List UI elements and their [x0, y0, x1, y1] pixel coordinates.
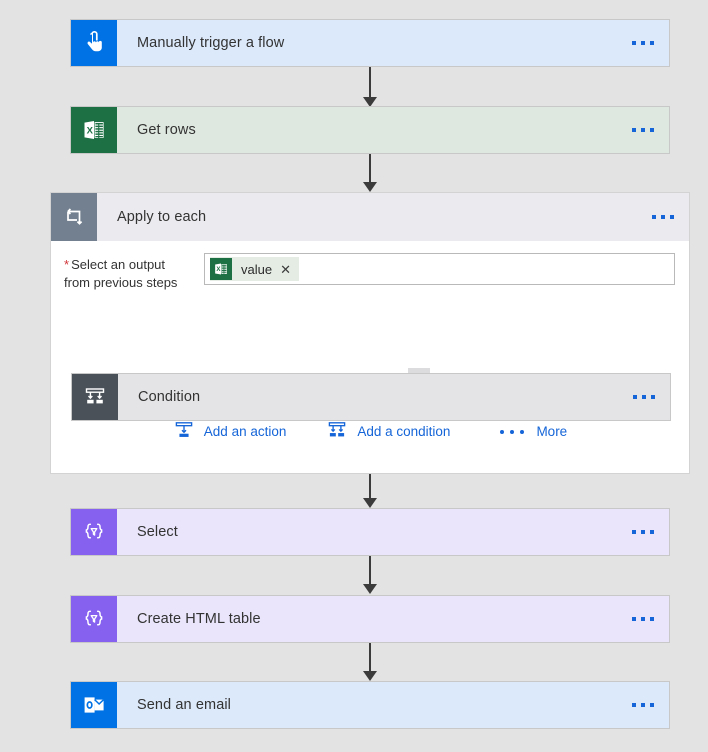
required-asterisk: * [64, 257, 70, 272]
ellipsis-menu-button[interactable] [637, 193, 689, 241]
field-label-line2: from previous steps [64, 275, 178, 290]
menu-dot [642, 395, 646, 399]
flow-step-select[interactable]: Select [70, 508, 670, 556]
menu-dot [641, 703, 645, 707]
more-link[interactable]: More [500, 424, 567, 439]
excel-icon: X [71, 107, 117, 153]
menu-dot [650, 617, 654, 621]
svg-text:X: X [87, 125, 94, 136]
field-label-line1: Select an output [71, 257, 166, 272]
flow-step-send-an-email[interactable]: Send an email [70, 681, 670, 729]
ellipsis-menu-button[interactable] [618, 374, 670, 420]
more-label: More [536, 424, 568, 439]
ellipsis-menu-button[interactable] [617, 107, 669, 153]
select-output-field-label: * Select an output from previous steps [64, 253, 204, 292]
flow-step-title: Create HTML table [137, 611, 261, 627]
flow-step-manual-trigger[interactable]: Manually trigger a flow [70, 19, 670, 67]
scope-header[interactable]: Apply to each [51, 193, 689, 241]
token-label: value [241, 261, 273, 277]
menu-dot [641, 128, 645, 132]
data-operation-icon [71, 509, 117, 555]
menu-dot [650, 530, 654, 534]
menu-dot [661, 215, 665, 219]
menu-dot [632, 41, 636, 45]
menu-dot [632, 617, 636, 621]
flow-step-condition[interactable]: Condition [71, 373, 671, 421]
flow-step-title: Select [137, 524, 178, 540]
ellipsis-menu-button[interactable] [617, 596, 669, 642]
ellipsis-menu-button[interactable] [617, 20, 669, 66]
add-an-action-label: Add an action [203, 424, 287, 439]
flow-step-create-html-table[interactable]: Create HTML table [70, 595, 670, 643]
menu-dot [641, 530, 645, 534]
outlook-icon [71, 682, 117, 728]
add-an-action-link[interactable]: Add an action [173, 419, 287, 444]
connector-arrow [360, 154, 380, 192]
flow-step-title: Apply to each [117, 209, 207, 225]
menu-dot [632, 128, 636, 132]
manual-trigger-icon [71, 20, 117, 66]
menu-dot [650, 703, 654, 707]
add-condition-icon [326, 419, 348, 444]
flow-scope-apply-to-each: Apply to each * Select an output from pre… [50, 192, 690, 474]
connector-arrow [360, 67, 380, 107]
flow-step-title: Send an email [137, 697, 231, 713]
scope-action-links: Add an action Add a condition More [51, 419, 689, 444]
data-operation-icon [71, 596, 117, 642]
menu-dot [641, 617, 645, 621]
menu-dot [650, 128, 654, 132]
excel-icon: X [210, 258, 232, 280]
add-a-condition-label: Add a condition [357, 424, 451, 439]
select-output-input[interactable]: X value ✕ [204, 253, 675, 285]
connector-arrow [360, 556, 380, 594]
loop-icon [51, 193, 97, 241]
add-a-condition-link[interactable]: Add a condition [326, 419, 450, 444]
flow-step-get-rows[interactable]: X Get rows [70, 106, 670, 154]
menu-dot [632, 703, 636, 707]
menu-dot [650, 41, 654, 45]
condition-branch-icon [72, 374, 118, 420]
ellipsis-menu-button[interactable] [617, 509, 669, 555]
menu-dot [652, 215, 656, 219]
menu-dot [651, 395, 655, 399]
select-output-field-row: *Select an output from previous steps X [64, 253, 675, 292]
more-ellipsis-icon [500, 429, 525, 434]
scope-body: *Select an output from previous steps X [51, 241, 689, 473]
ellipsis-menu-button[interactable] [617, 682, 669, 728]
add-action-icon [173, 419, 195, 444]
connector-arrow [360, 643, 380, 681]
menu-dot [632, 530, 636, 534]
flow-designer-canvas: Manually trigger a flow X Get rows Apply… [0, 0, 708, 752]
connector-arrow [360, 474, 380, 508]
remove-token-icon[interactable]: ✕ [280, 263, 291, 276]
flow-step-title: Get rows [137, 122, 196, 138]
flow-step-title: Condition [138, 389, 201, 405]
menu-dot [641, 41, 645, 45]
menu-dot [670, 215, 674, 219]
flow-step-title: Manually trigger a flow [137, 35, 285, 51]
menu-dot [633, 395, 637, 399]
dynamic-content-token[interactable]: X value ✕ [210, 257, 299, 281]
